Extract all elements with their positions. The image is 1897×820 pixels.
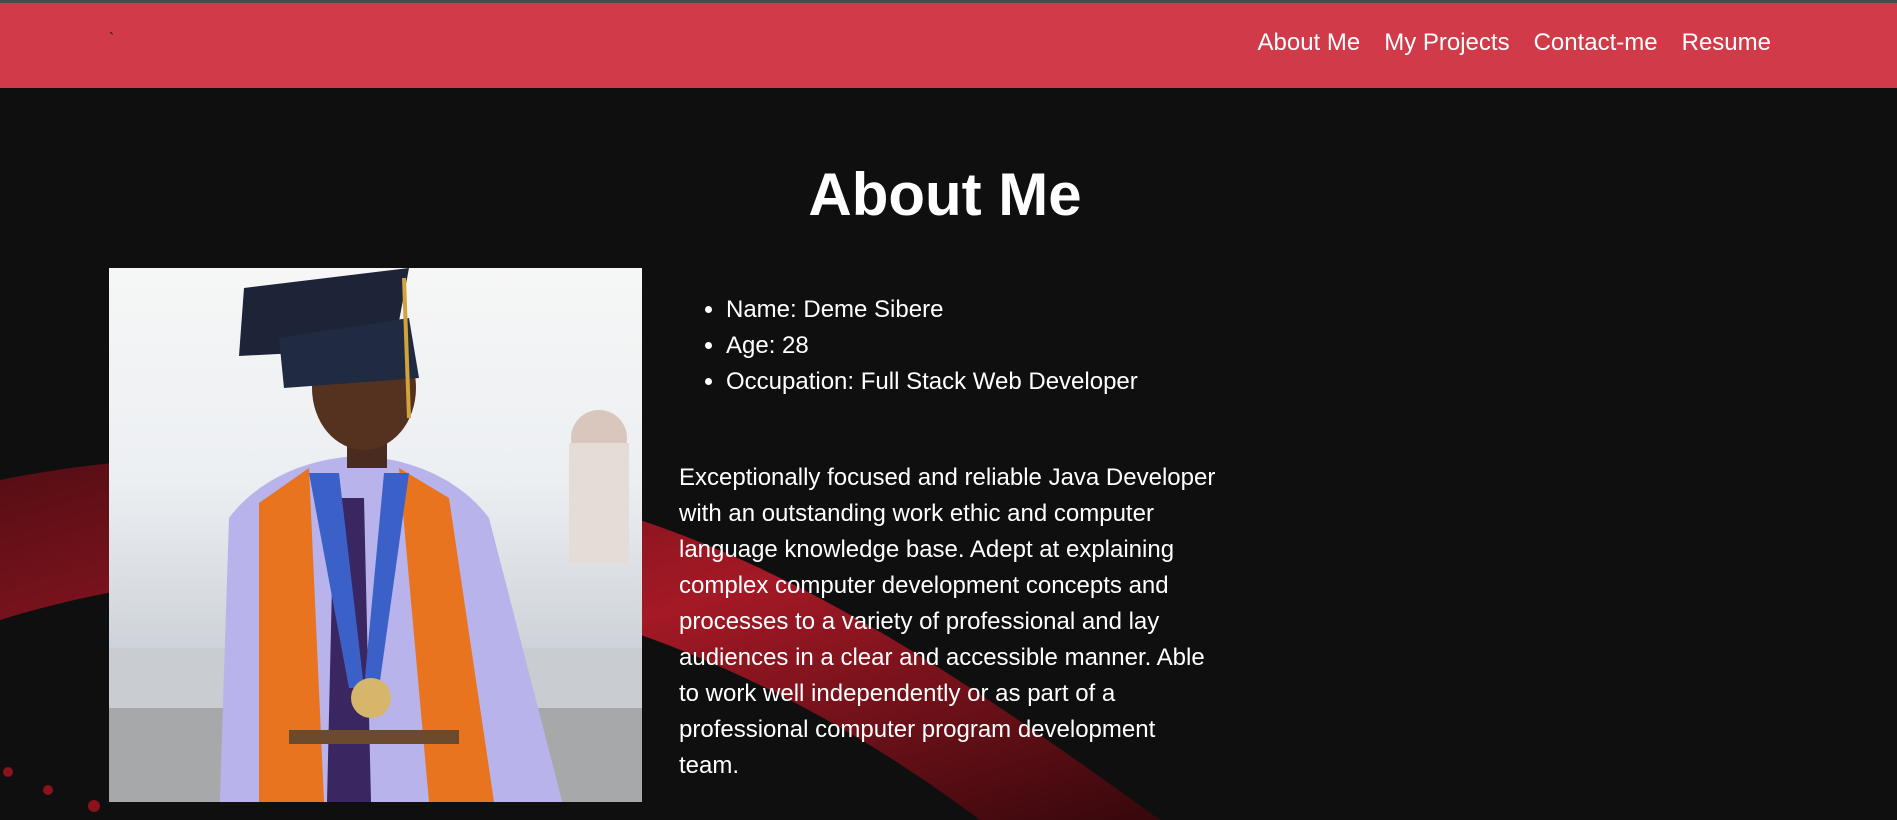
nav-link-resume[interactable]: Resume: [1682, 29, 1771, 57]
nav-link-contact-me[interactable]: Contact-me: [1534, 29, 1658, 57]
navbar: ` About Me My Projects Contact-me Resume: [0, 3, 1897, 88]
page: ` About Me My Projects Contact-me Resume…: [0, 0, 1897, 820]
nav-link-my-projects[interactable]: My Projects: [1384, 29, 1509, 57]
profile-photo-illustration: [109, 268, 642, 802]
fact-age: Age: 28: [726, 328, 1138, 364]
profile-photo: [109, 268, 642, 802]
page-title: About Me: [808, 161, 1082, 228]
bio-paragraph: Exceptionally focused and reliable Java …: [679, 464, 1216, 779]
fact-name: Name: Deme Sibere: [726, 292, 1138, 328]
fact-occupation: Occupation: Full Stack Web Developer: [726, 364, 1138, 400]
facts-list: Name: Deme Sibere Age: 28 Occupation: Fu…: [702, 292, 1138, 400]
brand-logo[interactable]: `: [109, 31, 114, 49]
nav-link-about-me[interactable]: About Me: [1257, 29, 1360, 57]
nav-links: About Me My Projects Contact-me Resume: [1257, 29, 1771, 57]
